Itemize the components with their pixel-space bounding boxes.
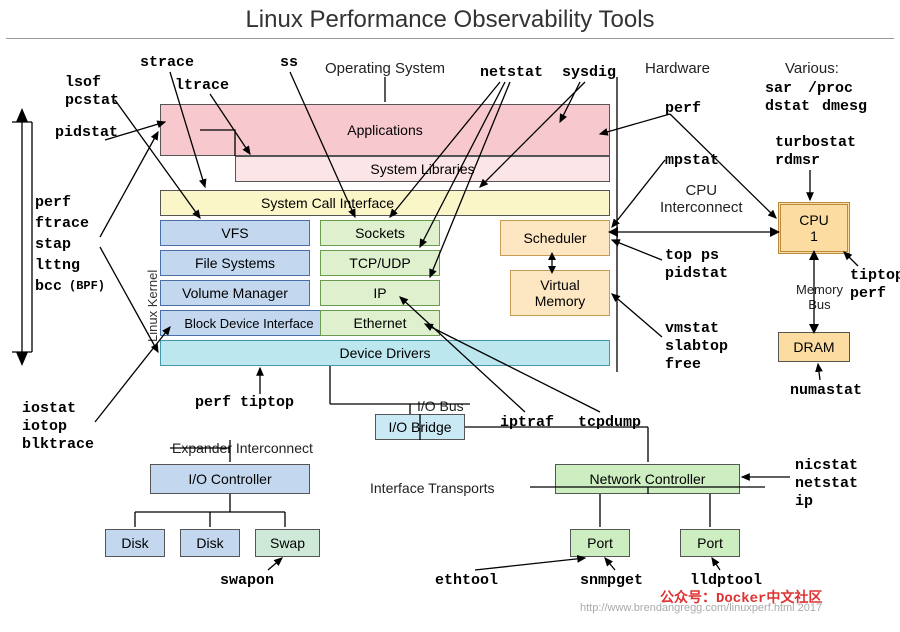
tool-dstat: dstat: [765, 98, 810, 115]
tool-mpstat: mpstat: [665, 152, 719, 169]
tool-ip: ip: [795, 493, 813, 510]
tool-sysdig: sysdig: [562, 64, 616, 81]
box-system-call-interface: System Call Interface: [160, 190, 610, 216]
box-io-controller: I/O Controller: [150, 464, 310, 494]
box-applications: Applications: [160, 104, 610, 156]
box-tcp-udp: TCP/UDP: [320, 250, 440, 276]
box-volume-manager: Volume Manager: [160, 280, 310, 306]
tool-strace: strace: [140, 54, 194, 71]
tool-ss: ss: [280, 54, 298, 71]
box-io-bridge: I/O Bridge: [375, 414, 465, 440]
tool-netstat-2: netstat: [795, 475, 858, 492]
tool-pcstat: pcstat: [65, 92, 119, 109]
tool-numastat: numastat: [790, 382, 862, 399]
tool-pidstat-2: pidstat: [665, 265, 728, 282]
box-device-drivers: Device Drivers: [160, 340, 610, 366]
tool-slabtop: slabtop: [665, 338, 728, 355]
label-memory-bus: Memory Bus: [796, 282, 843, 312]
tool-blktrace: blktrace: [22, 436, 94, 453]
tool-perf: perf: [665, 100, 701, 117]
box-disk-2: Disk: [180, 529, 240, 557]
box-system-libraries: System Libraries: [235, 156, 610, 182]
tool-ethtool: ethtool: [435, 572, 498, 589]
tool-perf-2: perf: [850, 285, 886, 302]
box-ethernet: Ethernet: [320, 310, 440, 336]
watermark: 公众号：Docker中文社区: [660, 587, 822, 607]
tool-tiptop: tiptop: [850, 267, 900, 284]
diagram-stage: Operating System Hardware Various: CPU I…: [0, 42, 900, 630]
box-swap: Swap: [255, 529, 320, 557]
box-port-1: Port: [570, 529, 630, 557]
tool-nicstat: nicstat: [795, 457, 858, 474]
box-dram: DRAM: [778, 332, 850, 362]
box-cpu: CPU 1: [778, 202, 850, 254]
box-scheduler: Scheduler: [500, 220, 610, 256]
box-port-2: Port: [680, 529, 740, 557]
box-sockets: Sockets: [320, 220, 440, 246]
divider: [6, 38, 894, 39]
box-file-systems: File Systems: [160, 250, 310, 276]
label-various: Various:: [785, 60, 839, 77]
tool-netstat: netstat: [480, 64, 543, 81]
box-block-device-interface: Block Device Interface: [160, 310, 338, 336]
tool-perf-tiptop: perf tiptop: [195, 394, 294, 411]
box-ip: IP: [320, 280, 440, 306]
label-io-bus: I/O Bus: [417, 398, 464, 414]
tool-top-ps: top ps: [665, 247, 719, 264]
label-iface-transports: Interface Transports: [370, 480, 495, 496]
box-disk-1: Disk: [105, 529, 165, 557]
tool-vmstat: vmstat: [665, 320, 719, 337]
tool-rdmsr: rdmsr: [775, 152, 820, 169]
tool-ltrace: ltrace: [175, 77, 229, 94]
box-virtual-memory: Virtual Memory: [510, 270, 610, 316]
box-vfs: VFS: [160, 220, 310, 246]
tool-bcc-bpf: (BPF): [69, 279, 105, 293]
label-expander: Expander Interconnect: [172, 440, 313, 456]
tool-turbostat: turbostat: [775, 134, 856, 151]
tool-sar: sar: [765, 80, 792, 97]
tool-proc: /proc: [808, 80, 853, 97]
page-title: Linux Performance Observability Tools: [0, 0, 900, 38]
tool-snmpget: snmpget: [580, 572, 643, 589]
tool-lsof: lsof: [65, 74, 101, 91]
tool-iostat: iostat: [22, 400, 76, 417]
label-linux-kernel: Linux Kernel: [145, 270, 160, 342]
tool-swapon: swapon: [220, 572, 274, 589]
tool-pidstat: pidstat: [55, 124, 118, 141]
tool-free: free: [665, 356, 701, 373]
tool-iptraf: iptraf: [500, 414, 554, 431]
tool-tcpdump: tcpdump: [578, 414, 641, 431]
label-hardware: Hardware: [645, 60, 710, 77]
label-os: Operating System: [325, 60, 445, 77]
tool-iotop: iotop: [22, 418, 67, 435]
tool-dmesg: dmesg: [822, 98, 867, 115]
box-network-controller: Network Controller: [555, 464, 740, 494]
label-cpu-interconnect: CPU Interconnect: [660, 182, 743, 216]
